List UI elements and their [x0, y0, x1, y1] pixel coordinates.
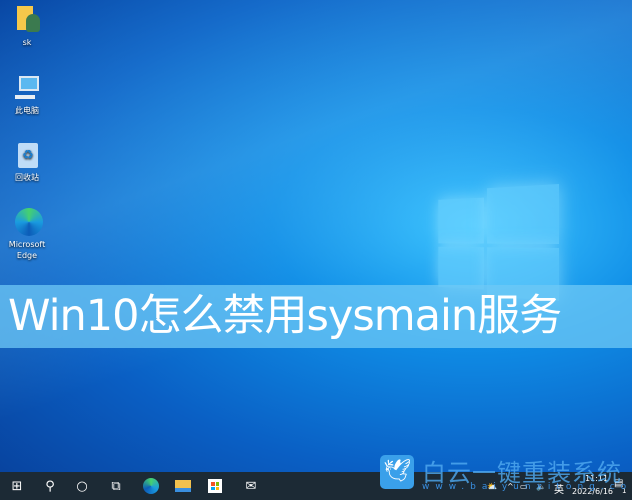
- article-title-banner: Win10怎么禁用sysmain服务: [0, 285, 632, 348]
- edge-icon: [13, 208, 43, 236]
- desktop-icon-this-pc[interactable]: 此电脑: [4, 74, 50, 116]
- mail-icon[interactable]: ✉: [236, 472, 266, 500]
- desktop-icon-label: 此电脑: [15, 106, 39, 115]
- desktop-icon-label: 回收站: [15, 173, 39, 182]
- store-icon[interactable]: [200, 472, 230, 500]
- file-explorer-icon[interactable]: [168, 472, 198, 500]
- windows-logo-wallpaper: [438, 176, 559, 301]
- recycle-bin-icon: ♻: [13, 141, 41, 169]
- start-icon[interactable]: ⊞: [2, 472, 32, 500]
- user-folder-icon: [13, 6, 41, 34]
- desktop-icon-edge[interactable]: Microsoft Edge: [4, 208, 50, 261]
- task-view-icon[interactable]: ⧉: [101, 472, 131, 500]
- desktop-icon-recycle-bin[interactable]: ♻ 回收站: [4, 141, 50, 183]
- desktop-icon-label: Microsoft Edge: [8, 240, 46, 260]
- watermark-url: www.baiyunxitong.com: [422, 482, 632, 492]
- edge-icon[interactable]: [136, 472, 166, 500]
- desktop-icon-label: sk: [22, 38, 32, 47]
- cortana-icon[interactable]: ○: [67, 472, 97, 500]
- bird-logo-icon: 🕊: [380, 455, 414, 489]
- search-icon[interactable]: ⚲: [35, 472, 65, 500]
- computer-icon: [13, 74, 41, 102]
- desktop-icon-user[interactable]: sk: [4, 6, 50, 48]
